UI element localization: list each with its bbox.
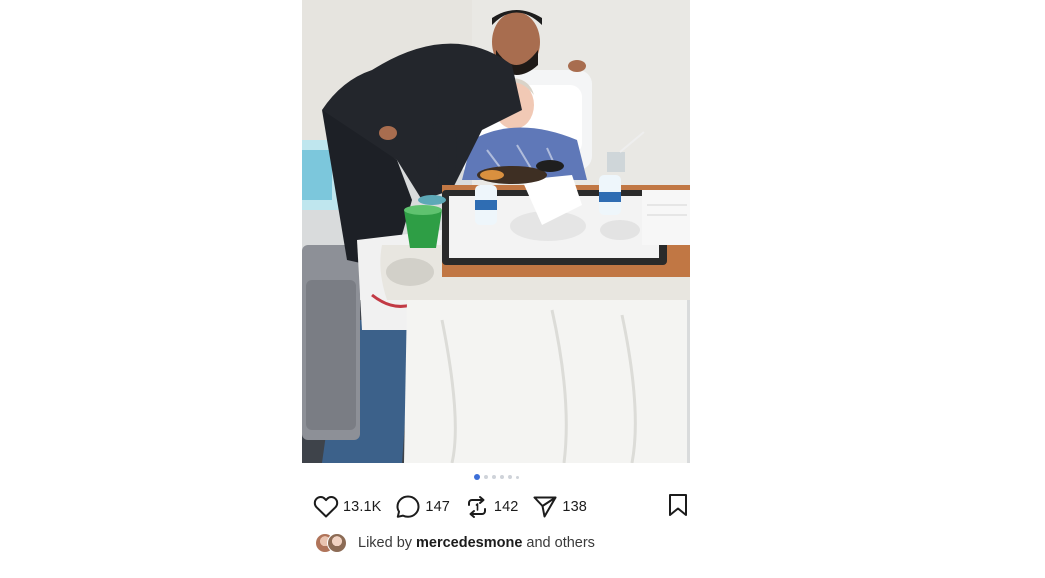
post-photo-illustration — [302, 0, 690, 463]
carousel-dot[interactable] — [491, 475, 496, 479]
liked-by-suffix[interactable]: and others — [526, 535, 595, 551]
repost-icon — [464, 494, 490, 520]
comment-button[interactable]: 147 — [395, 494, 450, 520]
repost-button[interactable]: 142 — [464, 494, 519, 520]
like-button[interactable]: 13.1K — [313, 494, 381, 520]
avatar — [327, 533, 347, 553]
carousel-dot[interactable] — [515, 475, 519, 479]
post-card: 13.1K 147 142 138 Liked by mercedesmone … — [302, 0, 690, 578]
share-count: 138 — [562, 499, 587, 515]
caption-clipped — [315, 560, 685, 566]
carousel-dot[interactable] — [499, 475, 504, 479]
carousel-dot-active[interactable] — [473, 474, 480, 480]
liker-avatars — [315, 533, 351, 553]
bookmark-icon — [668, 493, 688, 522]
heart-icon — [313, 494, 339, 520]
like-count: 13.1K — [343, 499, 382, 515]
post-photo[interactable] — [302, 0, 690, 463]
comment-bubble-icon — [395, 494, 421, 520]
save-button[interactable] — [666, 493, 690, 521]
carousel-dot[interactable] — [483, 475, 488, 479]
share-button[interactable]: 138 — [532, 494, 587, 520]
liked-by-row[interactable]: Liked by mercedesmone and others — [315, 532, 690, 554]
repost-count: 142 — [493, 499, 519, 515]
page: 13.1K 147 142 138 Liked by mercedesmone … — [0, 0, 1045, 578]
post-action-bar: 13.1K 147 142 138 — [313, 493, 690, 521]
liked-by-prefix: Liked by — [358, 535, 413, 551]
comment-count: 147 — [425, 499, 450, 515]
liked-by-username[interactable]: mercedesmone — [416, 535, 522, 551]
send-icon — [532, 494, 558, 520]
carousel-indicator[interactable] — [302, 474, 690, 480]
carousel-dot[interactable] — [507, 475, 512, 479]
